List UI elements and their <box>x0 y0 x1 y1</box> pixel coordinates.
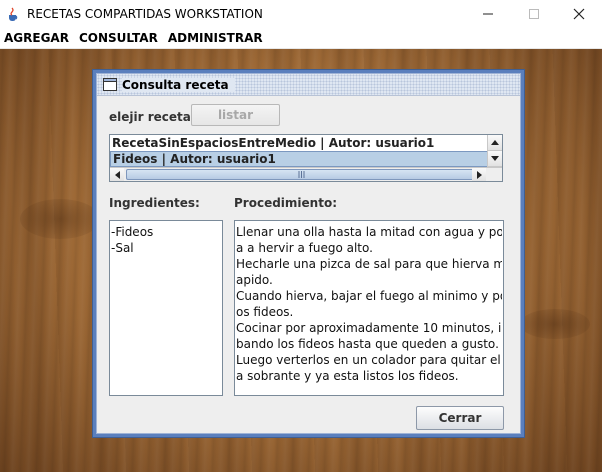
procedure-line: a a hervir a fuego alto. <box>236 241 373 255</box>
menu-consultar[interactable]: CONSULTAR <box>75 31 162 45</box>
vertical-scrollbar[interactable] <box>487 135 502 167</box>
procedure-line: bando los fideos hasta que queden a gust… <box>236 337 499 351</box>
procedure-textarea[interactable]: Llenar una olla hasta la mitad con agua … <box>234 220 504 396</box>
arrow-up-icon <box>491 140 499 145</box>
close-window-button[interactable] <box>556 0 602 27</box>
procedure-line: a sobrante y ya esta listos los fideos. <box>236 369 459 383</box>
menu-administrar[interactable]: ADMINISTRAR <box>164 31 267 45</box>
window-icon <box>103 78 117 91</box>
maximize-button[interactable] <box>511 0 557 27</box>
scroll-left-button[interactable] <box>110 168 124 181</box>
ingredients-textarea[interactable]: -Fideos -Sal <box>109 220 223 396</box>
minimize-button[interactable] <box>465 0 511 27</box>
horizontal-scrollbar[interactable] <box>110 167 502 181</box>
menu-bar: AGREGAR CONSULTAR ADMINISTRAR <box>0 27 602 49</box>
choose-recipe-label: elejir receta: <box>109 110 196 124</box>
ingredient-line: -Fideos <box>111 225 154 239</box>
window-title: RECETAS COMPARTIDAS WORKSTATION <box>27 6 263 21</box>
scroll-right-button[interactable] <box>472 168 486 181</box>
grip-icon <box>298 171 304 178</box>
ingredients-label: Ingredientes: <box>109 196 200 210</box>
arrow-right-icon <box>476 170 482 179</box>
procedure-line: os fideos. <box>236 305 294 319</box>
procedure-line: Llenar una olla hasta la mitad con agua … <box>236 225 502 239</box>
scroll-down-button[interactable] <box>488 151 502 167</box>
java-cup-icon <box>5 6 21 22</box>
scroll-up-button[interactable] <box>488 135 502 151</box>
close-button[interactable]: Cerrar <box>416 406 504 430</box>
window-titlebar: RECETAS COMPARTIDAS WORKSTATION <box>0 0 602 27</box>
frame-title: Consulta receta <box>122 77 235 92</box>
ingredient-line: -Sal <box>111 241 134 255</box>
procedure-label: Procedimiento: <box>234 196 337 210</box>
arrow-down-icon <box>491 156 499 161</box>
procedure-line: Luego verterlos en un colador para quita… <box>236 353 502 367</box>
minimize-icon <box>483 13 493 14</box>
procedure-line: Hecharle una pizca de sal para que hierv… <box>236 257 502 271</box>
list-button[interactable]: listar <box>191 104 280 126</box>
consulta-receta-frame: Consulta receta elejir receta: listar Re… <box>92 69 525 438</box>
close-icon <box>573 8 585 19</box>
scroll-thumb[interactable] <box>126 169 476 180</box>
arrow-left-icon <box>114 170 120 179</box>
menu-agregar[interactable]: AGREGAR <box>0 31 73 45</box>
procedure-line: Cuando hierva, bajar el fuego al minimo … <box>236 289 502 303</box>
list-item-selected[interactable]: Fideos | Autor: usuario1 <box>110 151 489 167</box>
procedure-line: apido. <box>236 273 273 287</box>
procedure-line: Cocinar por aproximadamente 10 minutos, … <box>236 321 502 335</box>
maximize-icon <box>529 8 539 19</box>
list-item[interactable]: RecetaSinEspaciosEntreMedio | Autor: usu… <box>110 135 489 151</box>
recipe-list[interactable]: RecetaSinEspaciosEntreMedio | Autor: usu… <box>109 134 503 182</box>
frame-titlebar[interactable]: Consulta receta <box>97 74 520 96</box>
